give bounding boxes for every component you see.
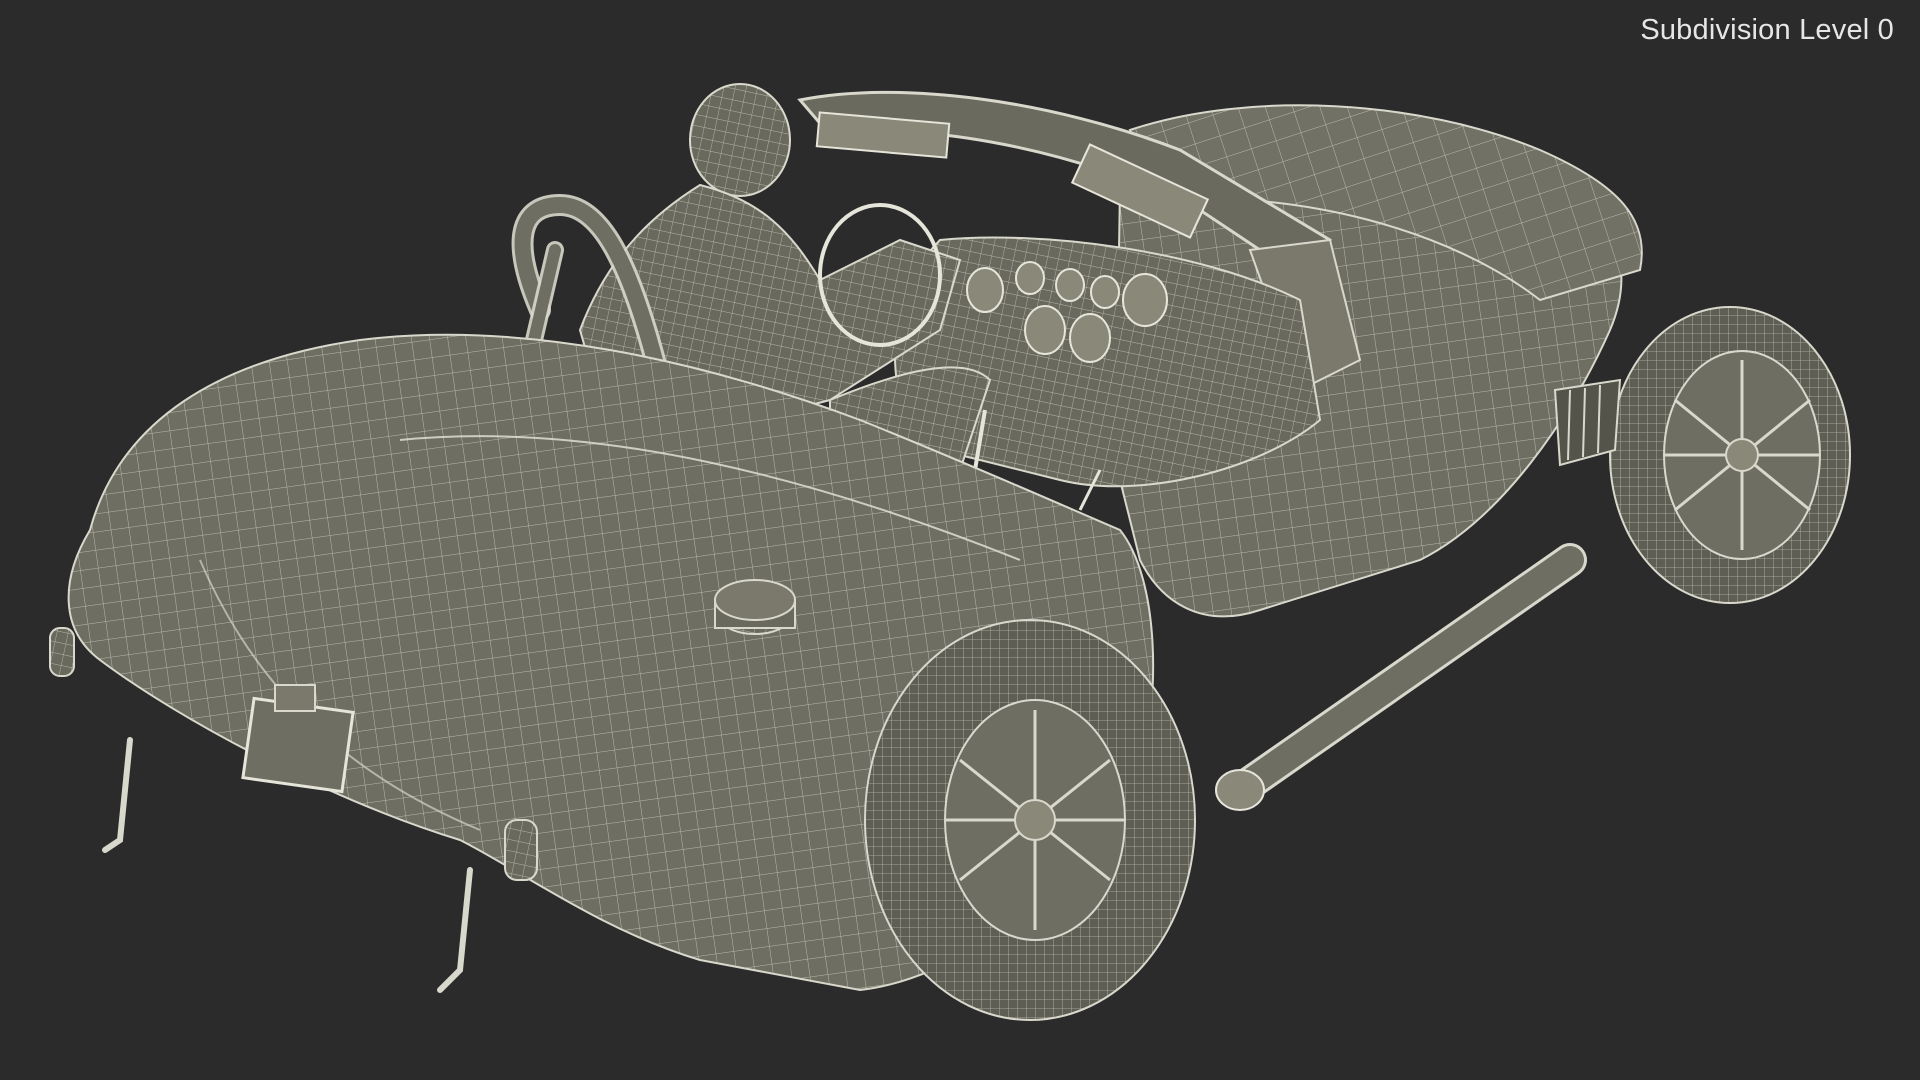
subdivision-level-label: Subdivision Level 0 bbox=[1640, 14, 1894, 46]
wheel-rear-left bbox=[864, 619, 1196, 1021]
render-viewport: Subdivision Level 0 bbox=[0, 0, 1920, 1080]
wheel-rear-right bbox=[1609, 306, 1851, 604]
car-wireframe-render bbox=[49, 83, 1851, 1021]
fuel-cap bbox=[714, 579, 796, 635]
side-vent bbox=[1553, 378, 1622, 467]
